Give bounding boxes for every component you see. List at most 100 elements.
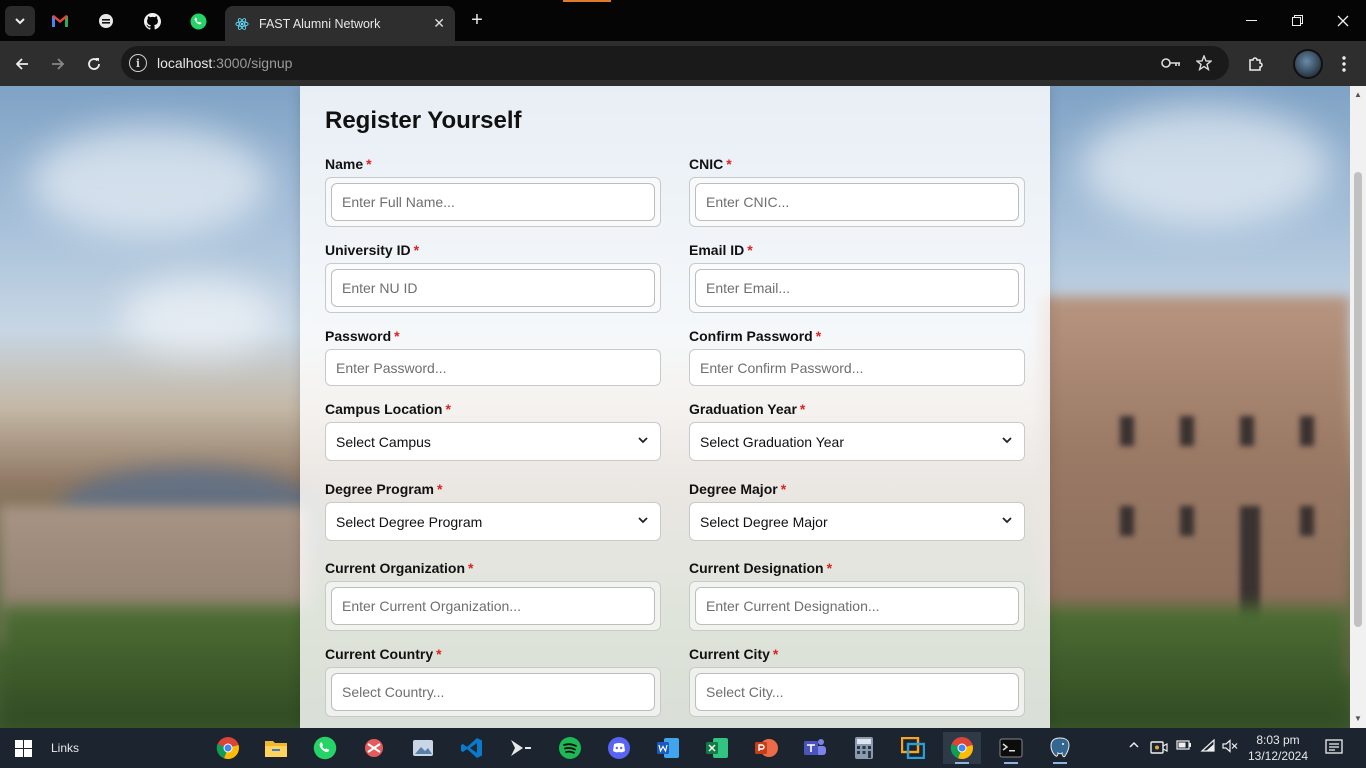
city-label: Current City * bbox=[689, 646, 779, 662]
taskbar-chrome[interactable] bbox=[209, 732, 247, 764]
more-vertical-icon bbox=[1342, 56, 1346, 72]
taskbar-window-app[interactable] bbox=[894, 732, 932, 764]
links-toolbar[interactable]: Links bbox=[51, 741, 79, 755]
background-cloud bbox=[30, 126, 270, 236]
wifi-tray[interactable] bbox=[1200, 738, 1216, 756]
site-info-icon[interactable]: i bbox=[129, 54, 147, 72]
country-input[interactable] bbox=[332, 674, 654, 710]
chrome-icon bbox=[216, 737, 239, 760]
taskbar-discord[interactable] bbox=[600, 732, 638, 764]
taskbar-spotify[interactable] bbox=[551, 732, 589, 764]
password-input[interactable] bbox=[326, 350, 660, 385]
chevron-down-icon bbox=[638, 437, 648, 444]
confirm-password-input[interactable] bbox=[690, 350, 1024, 385]
minimize-icon bbox=[1245, 20, 1257, 21]
background-window bbox=[1180, 416, 1194, 446]
background-window bbox=[1120, 506, 1134, 536]
extensions-button[interactable] bbox=[1241, 50, 1269, 78]
bookmark-star-icon[interactable] bbox=[1193, 52, 1215, 74]
battery-icon bbox=[1176, 740, 1191, 750]
notification-center[interactable] bbox=[1325, 738, 1343, 759]
battery-tray[interactable] bbox=[1176, 739, 1192, 754]
system-clock[interactable]: 8:03 pm 13/12/2024 bbox=[1240, 732, 1316, 764]
scroll-down-icon[interactable]: ▼ bbox=[1354, 714, 1362, 723]
snipping-icon bbox=[365, 739, 383, 757]
organization-input[interactable] bbox=[332, 588, 654, 624]
url-text[interactable]: localhost:3000/signup bbox=[157, 55, 292, 71]
taskbar-chrome-active[interactable] bbox=[943, 732, 981, 764]
scrollbar-thumb[interactable] bbox=[1354, 172, 1362, 627]
organization-label: Current Organization * bbox=[325, 560, 474, 576]
cnic-input[interactable] bbox=[696, 184, 1018, 220]
new-tab-button[interactable]: + bbox=[464, 7, 490, 33]
gmail-icon bbox=[52, 15, 68, 27]
whatsapp-icon bbox=[190, 13, 206, 29]
close-window-button[interactable] bbox=[1320, 0, 1366, 41]
cnic-label: CNIC * bbox=[689, 156, 732, 172]
degree-major-select-value: Select Degree Major bbox=[700, 514, 828, 530]
address-bar[interactable]: i localhost:3000/signup bbox=[121, 46, 1229, 80]
url-host: localhost bbox=[157, 55, 213, 71]
browser-toolbar: i localhost:3000/signup bbox=[0, 41, 1366, 86]
city-input[interactable] bbox=[696, 674, 1018, 710]
pinned-tab-github[interactable] bbox=[134, 6, 170, 36]
taskbar-excel[interactable] bbox=[698, 732, 736, 764]
vscode-icon bbox=[461, 738, 482, 758]
back-button[interactable] bbox=[8, 50, 36, 78]
chevron-up-icon bbox=[1129, 741, 1139, 748]
campus-select[interactable]: Select Campus bbox=[325, 422, 661, 461]
taskbar-snipping-tool[interactable] bbox=[355, 732, 393, 764]
pinned-tab-whatsapp[interactable] bbox=[180, 6, 216, 36]
reload-button[interactable] bbox=[80, 50, 108, 78]
taskbar-photos[interactable] bbox=[404, 732, 442, 764]
volume-tray[interactable] bbox=[1222, 739, 1238, 756]
name-label: Name * bbox=[325, 156, 372, 172]
background-window bbox=[1240, 416, 1254, 446]
university-id-field bbox=[325, 263, 661, 313]
forward-button[interactable] bbox=[44, 50, 72, 78]
taskbar-word[interactable] bbox=[649, 732, 687, 764]
profile-avatar[interactable] bbox=[1293, 49, 1323, 79]
page-viewport: Register Yourself Name* CNIC* University… bbox=[0, 86, 1350, 728]
scroll-up-icon[interactable]: ▲ bbox=[1354, 90, 1362, 99]
taskbar-whatsapp[interactable] bbox=[306, 732, 344, 764]
windows-start-icon[interactable] bbox=[15, 740, 32, 757]
email-field bbox=[689, 263, 1025, 313]
degree-program-select[interactable]: Select Degree Program bbox=[325, 502, 661, 541]
browser-menu-button[interactable] bbox=[1330, 50, 1358, 78]
page-scrollbar[interactable]: ▲ ▼ bbox=[1350, 86, 1366, 728]
taskbar-vscode[interactable] bbox=[453, 732, 491, 764]
degree-major-select[interactable]: Select Degree Major bbox=[689, 502, 1025, 541]
arrow-left-icon bbox=[15, 58, 28, 70]
background-window bbox=[1300, 416, 1314, 446]
cnic-field bbox=[689, 177, 1025, 227]
taskbar-calculator[interactable] bbox=[845, 732, 883, 764]
show-hidden-icons[interactable] bbox=[1128, 739, 1140, 754]
designation-input[interactable] bbox=[696, 588, 1018, 624]
tab-search-button[interactable] bbox=[5, 6, 35, 36]
taskbar-postgres[interactable] bbox=[1041, 732, 1079, 764]
taskbar-powerpoint[interactable] bbox=[747, 732, 785, 764]
graduation-year-select[interactable]: Select Graduation Year bbox=[689, 422, 1025, 461]
name-input[interactable] bbox=[332, 184, 654, 220]
password-key-icon[interactable] bbox=[1160, 52, 1182, 74]
url-path: :3000/signup bbox=[212, 55, 293, 71]
taskbar-file-explorer[interactable] bbox=[257, 732, 295, 764]
restore-button[interactable] bbox=[1274, 0, 1320, 41]
email-input[interactable] bbox=[696, 270, 1018, 306]
windows-taskbar: Links 8:03 pm 13/12/2024 bbox=[0, 728, 1366, 768]
browser-tab-bar: FAST Alumni Network ✕ + bbox=[0, 0, 1366, 41]
university-id-input[interactable] bbox=[332, 270, 654, 306]
confirm-password-label: Confirm Password * bbox=[689, 328, 822, 344]
taskbar-teams[interactable] bbox=[796, 732, 834, 764]
close-tab-icon[interactable]: ✕ bbox=[433, 15, 445, 32]
taskbar-terminal[interactable] bbox=[992, 732, 1030, 764]
cursor-app-icon bbox=[511, 740, 531, 756]
photos-icon bbox=[413, 740, 433, 756]
minimize-button[interactable] bbox=[1228, 0, 1274, 41]
taskbar-cursor-app[interactable] bbox=[502, 732, 540, 764]
meet-now-tray[interactable] bbox=[1150, 739, 1168, 758]
pinned-tab-gmail[interactable] bbox=[42, 6, 78, 36]
tab-fast-alumni-network[interactable]: FAST Alumni Network ✕ bbox=[225, 6, 455, 41]
pinned-tab-2[interactable] bbox=[88, 6, 124, 36]
